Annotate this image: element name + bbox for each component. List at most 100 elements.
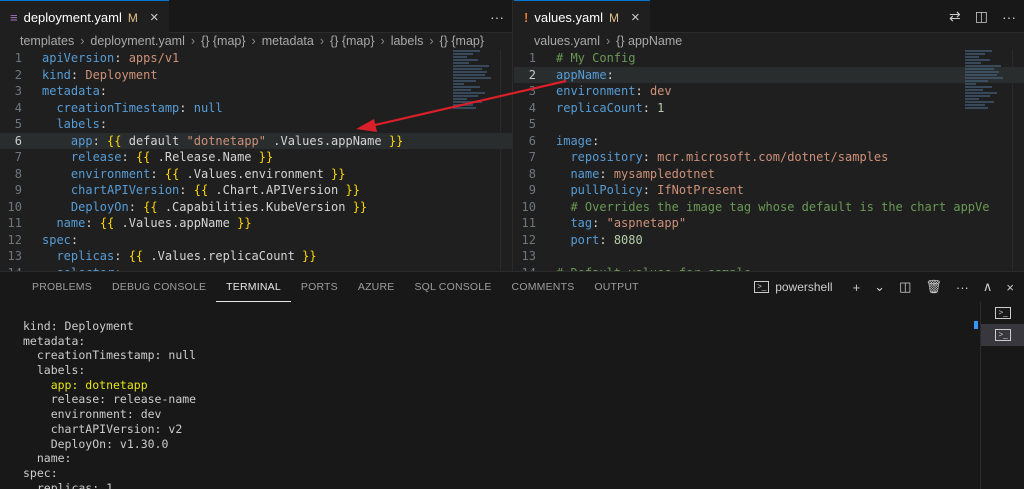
vertical-scrollbar[interactable] (500, 50, 512, 270)
tab-deployment-yaml[interactable]: ≡ deployment.yaml M × (0, 0, 169, 34)
split-editor-icon[interactable]: ◫ (975, 8, 988, 25)
minimap-line (453, 62, 469, 64)
code-text: appName: (556, 68, 614, 82)
tab-sql-console[interactable]: SQL CONSOLE (404, 272, 501, 302)
code-token: spec (42, 232, 71, 247)
code-line[interactable]: 13 replicas: {{ .Values.replicaCount }} (0, 248, 512, 265)
code-token: "dotnetapp" (186, 133, 267, 148)
code-token: release (70, 150, 122, 165)
compare-changes-icon[interactable]: ⇄ (949, 8, 961, 25)
more-actions-icon[interactable]: ··· (490, 9, 504, 25)
code-line[interactable]: 12 spec: (0, 232, 512, 249)
code-token: apiVersion (42, 51, 115, 66)
code-line[interactable]: 5 (514, 116, 1024, 133)
breadcrumb-item[interactable]: deployment.yaml (90, 34, 185, 48)
close-icon[interactable]: × (1006, 280, 1014, 295)
vertical-scrollbar[interactable] (1012, 50, 1024, 270)
split-terminal-icon[interactable]: ◫ (899, 279, 911, 295)
code-line[interactable]: 1 # My Config (514, 50, 1024, 67)
terminal-list-item[interactable]: >_ (981, 302, 1024, 324)
more-actions-icon[interactable]: ··· (956, 280, 969, 295)
breadcrumb-item[interactable]: {} {map} (440, 34, 485, 48)
code-line[interactable]: 3 metadata: (0, 83, 512, 100)
tab-output[interactable]: OUTPUT (584, 272, 648, 302)
breadcrumb-item[interactable]: {} {map} (330, 34, 375, 48)
code-token: : (70, 232, 79, 247)
breadcrumb-item[interactable]: {} {map} (201, 34, 246, 48)
code-token: : (70, 67, 86, 82)
code-line[interactable]: 4 replicaCount: 1 (514, 100, 1024, 117)
code-line[interactable]: 5 labels: (0, 116, 512, 133)
terminal-output[interactable]: kind: Deployment metadata: creationTimest… (23, 319, 196, 489)
code-token: : (642, 150, 658, 165)
code-line[interactable]: 8 environment: {{ .Values.environment }} (0, 166, 512, 183)
minimap-line (453, 68, 483, 70)
tab-debug-console[interactable]: DEBUG CONSOLE (102, 272, 216, 302)
code-token: Deployment (85, 67, 158, 82)
tab-azure[interactable]: AZURE (348, 272, 405, 302)
code-line[interactable]: 10 # Overrides the image tag whose defau… (514, 199, 1024, 216)
code-token: dev (649, 84, 672, 99)
line-number: 13 (7, 249, 22, 264)
code-line[interactable]: 7 repository: mcr.microsoft.com/dotnet/s… (514, 149, 1024, 166)
code-editor[interactable]: 1 apiVersion: apps/v1 2 kind: Deployment 3 me… (0, 50, 512, 271)
minimap[interactable] (965, 50, 1010, 270)
minimap-line (965, 86, 992, 88)
code-editor[interactable]: 1 # My Config 2 appName: 3 environment: dev 4 r… (514, 50, 1024, 271)
code-line[interactable]: 2 kind: Deployment (0, 67, 512, 84)
minimap-line (965, 77, 1004, 79)
code-line[interactable]: 7 release: {{ .Release.Name }} (0, 149, 512, 166)
code-line[interactable]: 1 apiVersion: apps/v1 (0, 50, 512, 67)
minimap-line (453, 50, 480, 52)
chevron-up-icon[interactable]: ∧ (983, 279, 993, 295)
minimap-line (453, 74, 485, 76)
minimap-line (965, 59, 990, 61)
breadcrumb-item[interactable]: templates (20, 34, 74, 48)
code-token: kind (42, 67, 71, 82)
code-line[interactable]: 6 image: (514, 133, 1024, 150)
close-icon[interactable]: × (150, 9, 159, 26)
tab-values-yaml[interactable]: ! values.yaml M × (514, 0, 650, 34)
code-line[interactable]: 3 environment: dev (514, 83, 1024, 100)
breadcrumb-item[interactable]: metadata (262, 34, 314, 48)
modified-indicator: M (608, 10, 619, 25)
code-token: 1 (657, 100, 665, 115)
code-line[interactable]: 10 DeployOn: {{ .Capabilities.KubeVersio… (0, 199, 512, 216)
code-line[interactable]: 9 pullPolicy: IfNotPresent (514, 182, 1024, 199)
code-line[interactable]: 11 tag: "aspnetapp" (514, 215, 1024, 232)
code-token: .Chart.APIVersion (208, 183, 346, 198)
code-token: .Values.replicaCount (143, 249, 303, 264)
tab-problems[interactable]: PROBLEMS (22, 272, 102, 302)
line-number: 3 (14, 84, 22, 99)
tab-comments[interactable]: COMMENTS (502, 272, 585, 302)
code-token: tag (570, 216, 593, 231)
terminal-list-item[interactable]: >_ (981, 324, 1024, 346)
code-line[interactable]: 6 app: {{ default "dotnetapp" .Values.ap… (0, 132, 512, 149)
code-line[interactable]: 4 creationTimestamp: null (0, 100, 512, 117)
trash-icon[interactable]: 🗑 (925, 279, 942, 295)
code-token: app (70, 133, 93, 148)
minimap[interactable] (453, 50, 498, 270)
terminal-shell-button[interactable]: >_ powershell (748, 278, 839, 296)
breadcrumb-item[interactable]: {} appName (616, 34, 682, 48)
code-line[interactable]: 2 appName: (514, 66, 1024, 83)
line-number: 11 (7, 216, 22, 231)
code-token: : (599, 166, 614, 181)
close-icon[interactable]: × (631, 9, 640, 26)
tab-terminal[interactable]: TERMINAL (216, 272, 291, 302)
chevron-down-icon[interactable]: ⌄ (874, 279, 885, 295)
code-line[interactable]: 9 chartAPIVersion: {{ .Chart.APIVersion … (0, 182, 512, 199)
more-actions-icon[interactable]: ··· (1002, 9, 1016, 25)
breadcrumb-item[interactable]: values.yaml (534, 34, 600, 48)
code-token: : (99, 117, 108, 132)
tab-ports[interactable]: PORTS (291, 272, 348, 302)
new-terminal-icon[interactable]: + (853, 280, 861, 295)
breadcrumb-item[interactable]: labels (391, 34, 424, 48)
code-line[interactable]: 12 port: 8080 (514, 232, 1024, 249)
code-line[interactable]: 11 name: {{ .Values.appName }} (0, 215, 512, 232)
code-line[interactable]: 8 name: mysampledotnet (514, 166, 1024, 183)
code-line[interactable]: 13 (514, 248, 1024, 265)
code-text: metadata: (42, 84, 107, 98)
minimap-line (965, 71, 999, 73)
